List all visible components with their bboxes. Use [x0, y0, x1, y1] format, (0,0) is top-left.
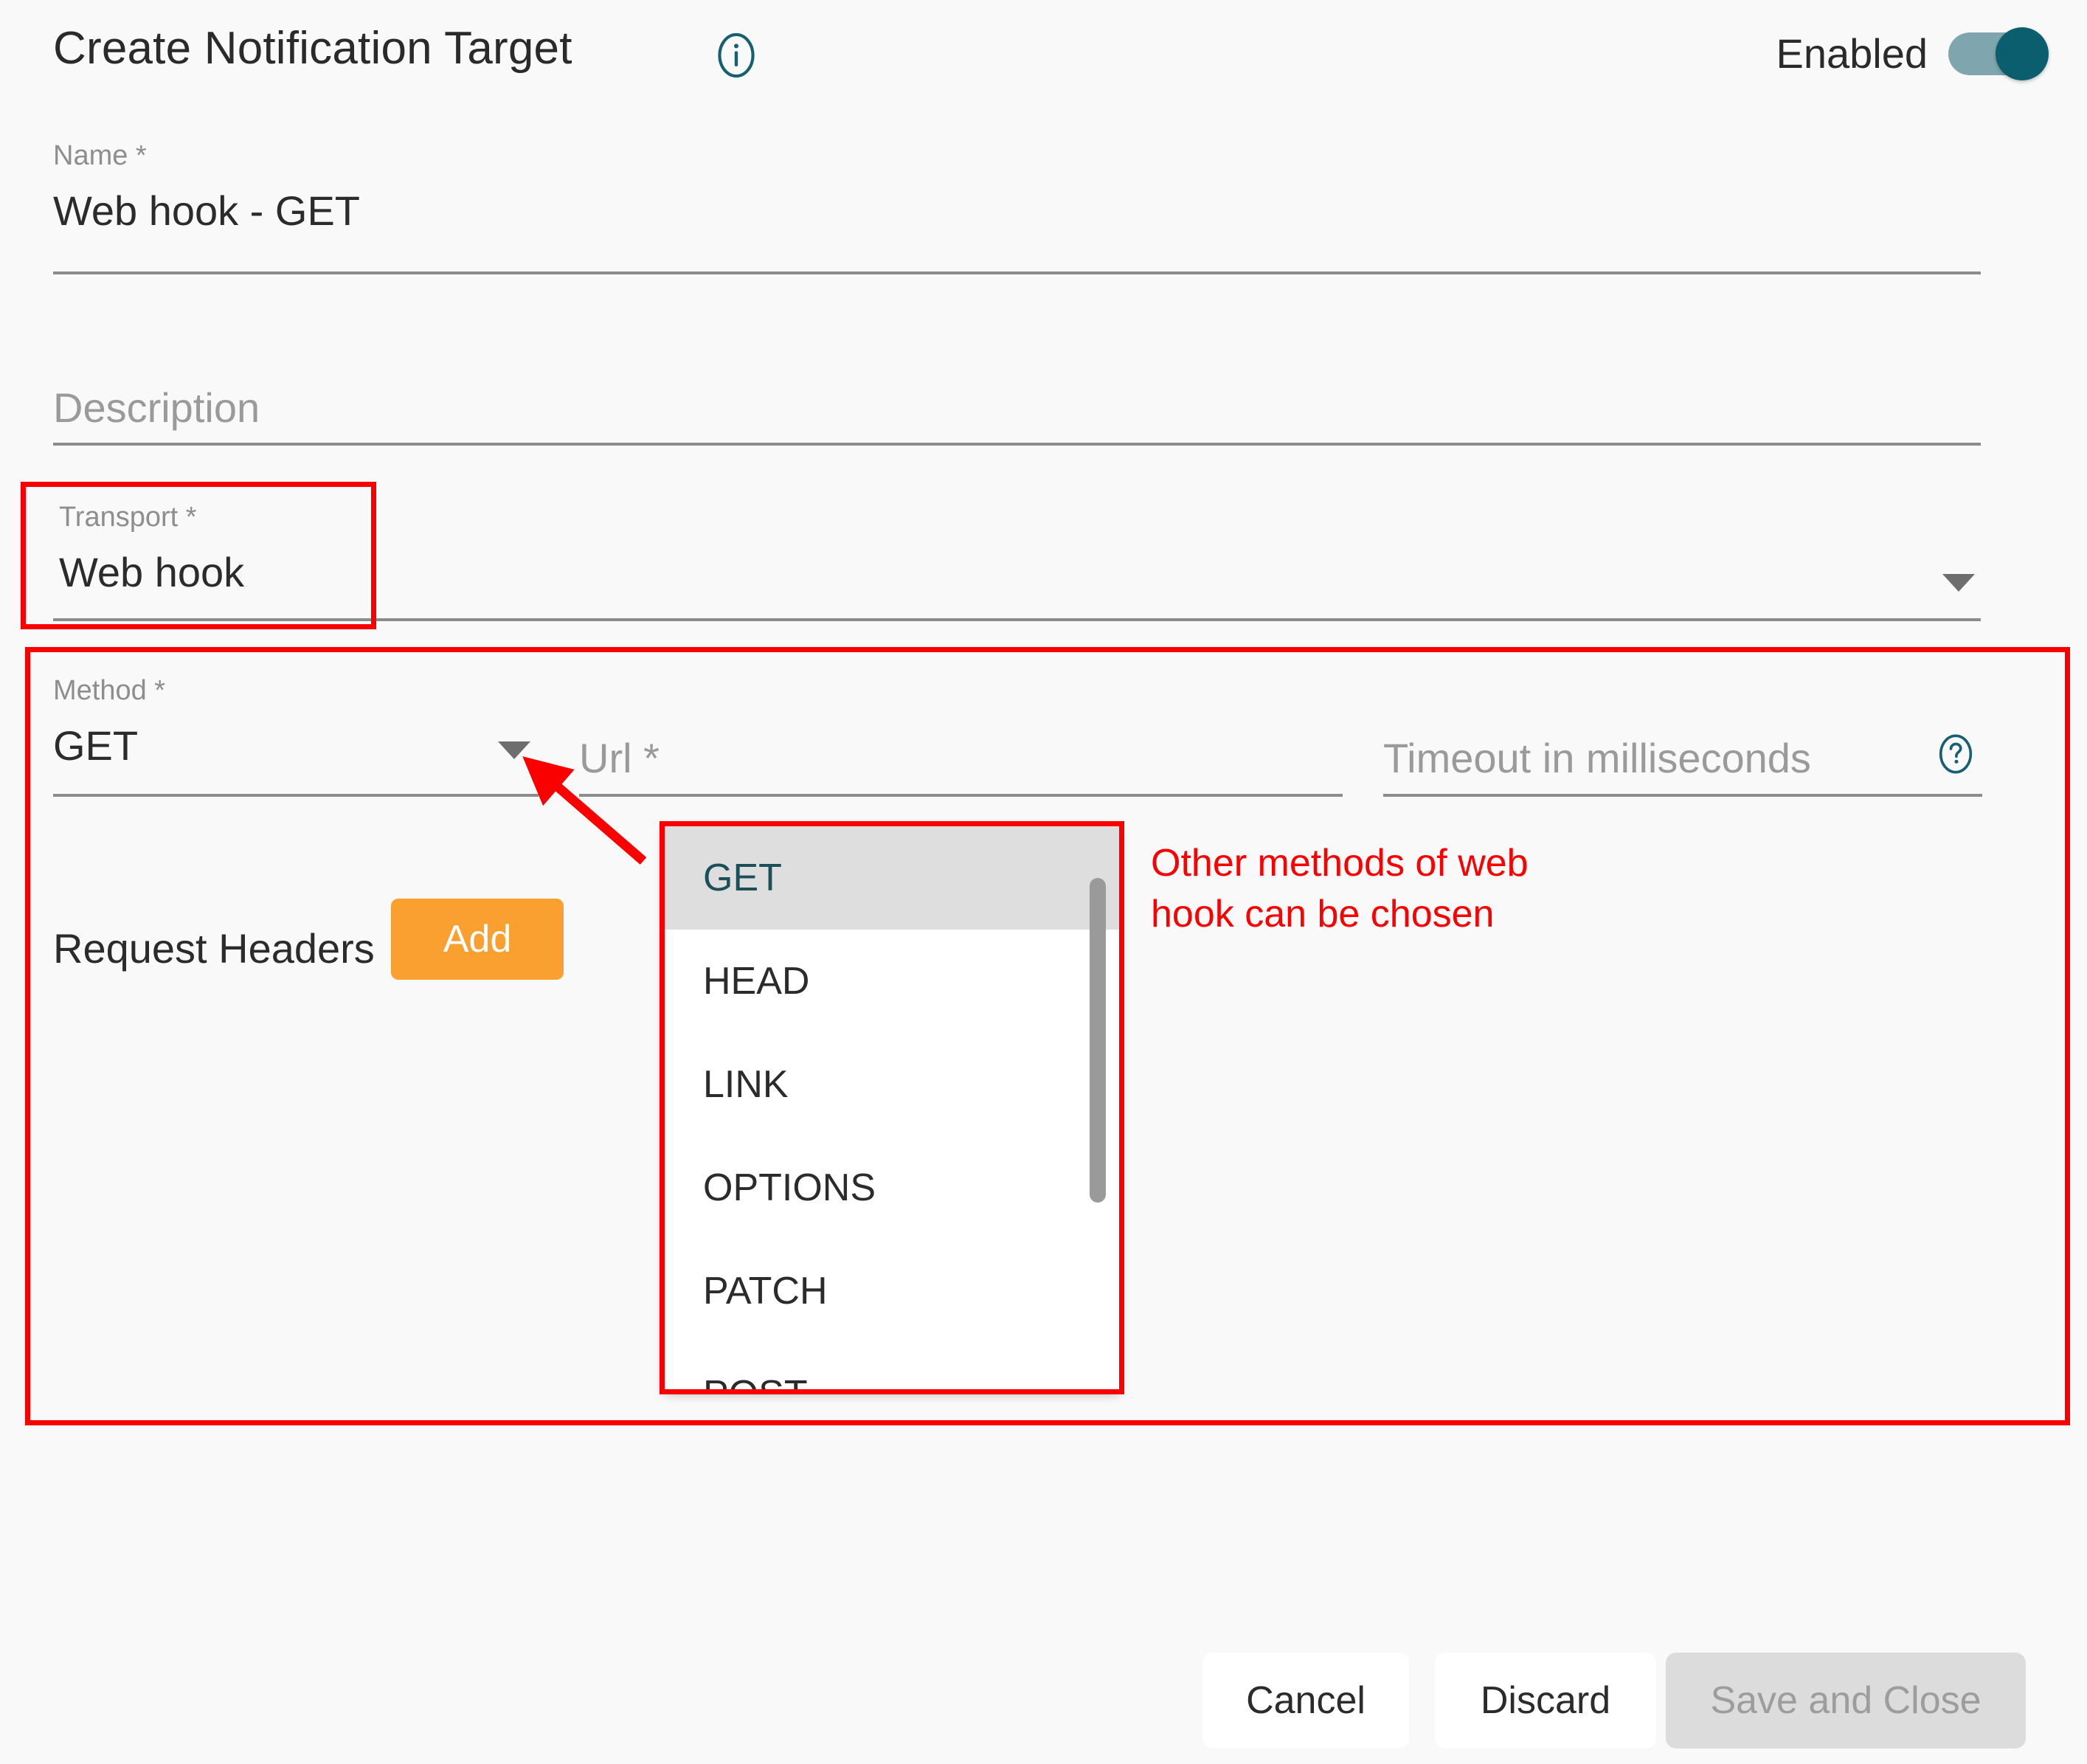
description-field-underline — [53, 443, 1981, 446]
method-dropdown-scrollbar[interactable] — [1090, 878, 1106, 1203]
method-option-get[interactable]: GET — [665, 826, 1119, 930]
method-option-head[interactable]: HEAD — [665, 930, 1119, 1033]
method-field-label: Method * — [53, 675, 166, 706]
info-circle-icon[interactable] — [712, 31, 761, 80]
question-circle-icon[interactable] — [1934, 733, 1977, 775]
method-select-value[interactable]: GET — [53, 722, 165, 769]
add-request-header-button[interactable]: Add — [391, 899, 564, 980]
page-title: Create Notification Target — [53, 23, 572, 74]
name-field-underline — [53, 271, 1981, 274]
transport-field-group: Transport * Web hook — [59, 502, 244, 596]
create-notification-target-dialog: Create Notification Target Enabled Name … — [0, 0, 2087, 1764]
method-field-underline — [53, 794, 539, 797]
enabled-toggle[interactable] — [1948, 27, 2049, 80]
name-field-label: Name * — [53, 140, 147, 171]
enabled-toggle-label: Enabled — [1776, 30, 1928, 77]
cancel-button[interactable]: Cancel — [1202, 1653, 1409, 1749]
method-option-post[interactable]: POST — [665, 1343, 1119, 1389]
method-option-patch[interactable]: PATCH — [665, 1239, 1119, 1343]
description-input[interactable]: Description — [53, 384, 260, 432]
url-input[interactable]: Url * — [579, 734, 660, 782]
method-option-link[interactable]: LINK — [665, 1033, 1119, 1136]
chevron-down-icon[interactable] — [1942, 574, 1975, 592]
save-and-close-button[interactable]: Save and Close — [1666, 1653, 2026, 1749]
transport-field-label: Transport * — [59, 502, 197, 533]
transport-field-underline — [53, 618, 1981, 621]
method-chevron-down-icon[interactable] — [498, 741, 530, 759]
url-field-underline — [579, 794, 1343, 797]
name-input[interactable]: Web hook - GET — [53, 187, 360, 235]
enabled-toggle-group[interactable]: Enabled — [1776, 27, 2049, 80]
discard-button[interactable]: Discard — [1435, 1653, 1656, 1749]
url-field-group: Url * — [579, 734, 660, 782]
toggle-knob — [1996, 27, 2049, 80]
description-field-group: Description — [53, 384, 260, 432]
timeout-input[interactable]: Timeout in milliseconds — [1383, 734, 1811, 782]
timeout-field-group: Timeout in milliseconds — [1383, 734, 1811, 782]
method-dropdown-list[interactable]: GET HEAD LINK OPTIONS PATCH POST — [665, 826, 1119, 1389]
timeout-field-underline — [1383, 794, 1982, 797]
name-field-group: Name * Web hook - GET — [53, 140, 360, 235]
method-option-options[interactable]: OPTIONS — [665, 1136, 1119, 1239]
request-headers-label: Request Headers — [53, 925, 375, 972]
method-field-group: Method * GET — [53, 675, 165, 769]
annotation-callout-text: Other methods of web hook can be chosen — [1151, 842, 1529, 935]
transport-select-value[interactable]: Web hook — [59, 548, 244, 596]
